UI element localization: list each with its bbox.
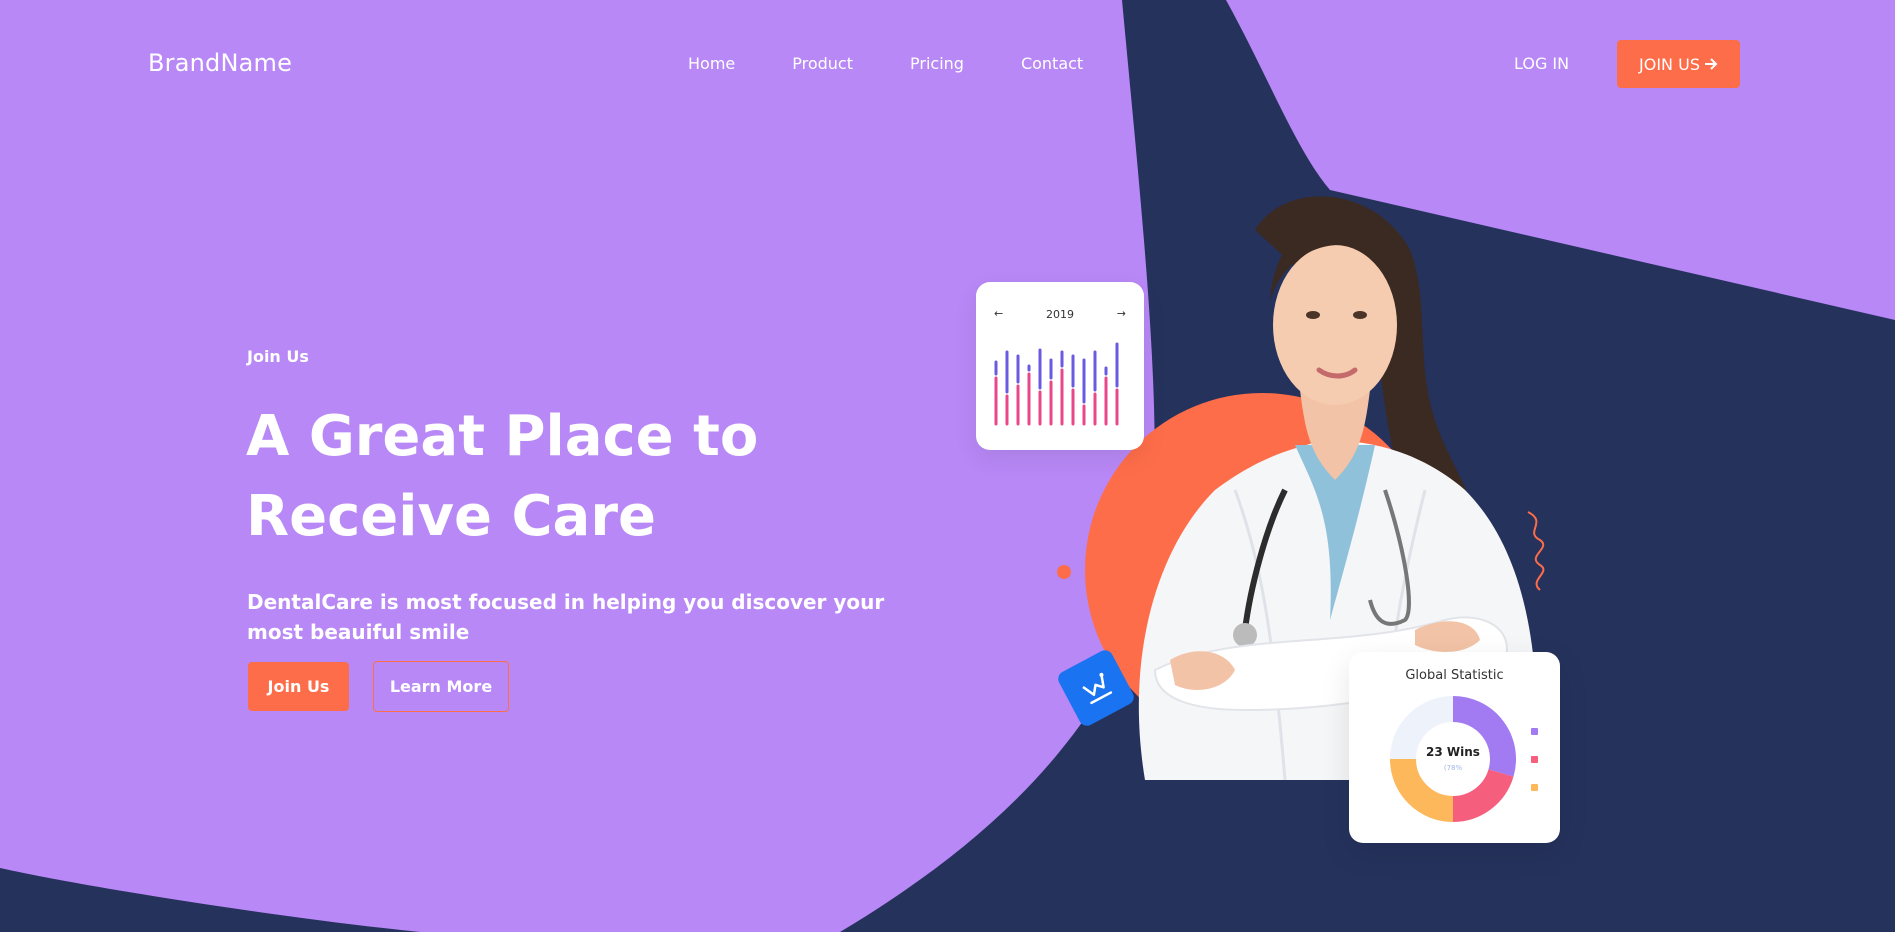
stat-title: Global Statistic <box>1405 668 1504 683</box>
legend-marker <box>1531 728 1538 735</box>
hero-headline: A Great Place to Receive Care <box>246 404 759 549</box>
stat-donut-chart <box>1390 696 1516 822</box>
global-statistic-card: Global Statistic 23 Wins (78% <box>1349 652 1560 843</box>
yearly-chart-card: ← 2019 → <box>976 282 1144 450</box>
nav-product[interactable]: Product <box>792 54 853 73</box>
chart-growth-icon <box>1082 672 1113 705</box>
hero-eyebrow: Join Us <box>247 347 309 366</box>
login-link[interactable]: LOG IN <box>1514 54 1569 73</box>
nav-contact[interactable]: Contact <box>1021 54 1083 73</box>
main-nav: Home Product Pricing Contact <box>688 54 1140 73</box>
nav-home[interactable]: Home <box>688 54 735 73</box>
legend-marker <box>1531 784 1538 791</box>
join-us-button[interactable]: Join Us <box>248 662 349 711</box>
join-us-label: JOIN US <box>1639 54 1700 74</box>
stat-center-sub: (78% <box>1443 764 1463 772</box>
arrow-right-icon <box>1704 58 1718 70</box>
mini-bar-chart <box>994 342 1119 426</box>
brand-logo[interactable]: BrandName <box>148 49 292 77</box>
arrow-right-icon[interactable]: → <box>1117 307 1126 320</box>
join-us-header-button[interactable]: JOIN US <box>1617 40 1740 88</box>
stat-center-label: 23 Wins <box>1426 745 1480 759</box>
learn-more-button[interactable]: Learn More <box>373 661 509 712</box>
legend-marker <box>1531 756 1538 763</box>
hero-subtext: DentalCare is most focused in helping yo… <box>247 590 885 644</box>
nav-pricing[interactable]: Pricing <box>910 54 964 73</box>
